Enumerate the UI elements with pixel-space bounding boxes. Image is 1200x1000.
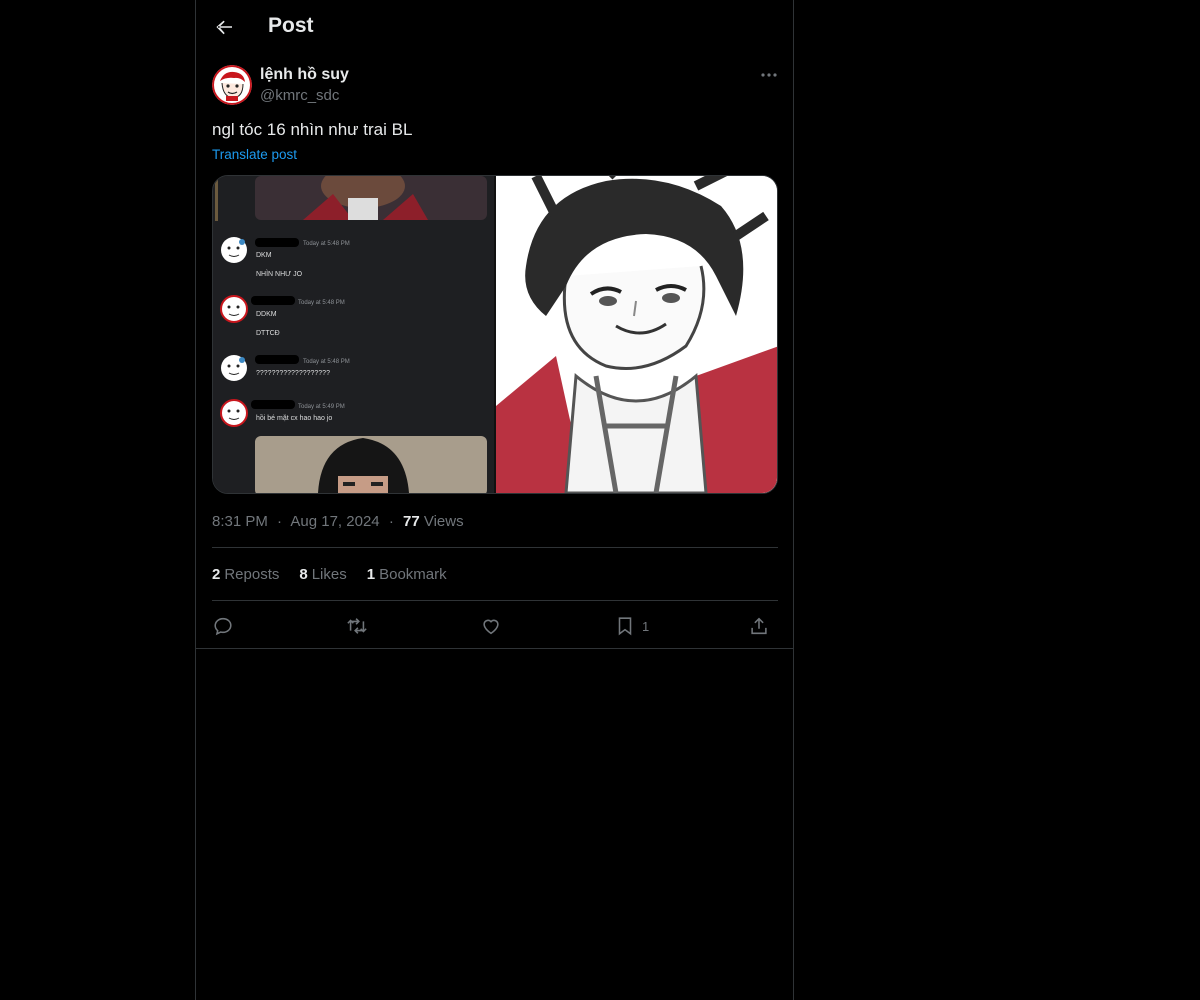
chat-line-1a: DKM: [256, 252, 272, 259]
bookmark-count: 1: [642, 618, 650, 634]
back-button[interactable]: [212, 15, 236, 39]
repost-icon: [347, 618, 367, 634]
post-date[interactable]: Aug 17, 2024: [290, 513, 379, 530]
post-column: Post lệnh hồ suy @kmrc_sdc ngl tóc 16 nh…: [195, 0, 794, 1000]
chat-time-3: Today at 5:48 PM: [303, 359, 350, 365]
reposts-count: 2: [212, 566, 221, 583]
avatar[interactable]: [212, 65, 252, 105]
chat-time-4: Today at 5:49 PM: [298, 404, 345, 410]
avatar-cartoon-face-icon: [212, 65, 252, 105]
bookmark-button[interactable]: 1: [614, 612, 649, 640]
chat-time-1: Today at 5:48 PM: [303, 241, 350, 247]
likes-label: Likes: [311, 566, 347, 583]
reply-icon: [214, 617, 232, 636]
page-title: Post: [268, 14, 314, 37]
share-button[interactable]: [748, 612, 770, 640]
bookmarks-stat[interactable]: 1 Bookmark: [367, 566, 447, 583]
bookmark-icon: [618, 617, 632, 636]
reposts-label: Reposts: [224, 566, 280, 583]
media-sketch-drawing[interactable]: [496, 176, 777, 493]
chat-line-1b: NHÌN NHƯ JO: [256, 269, 303, 278]
likes-count: 8: [299, 566, 308, 583]
user-handle[interactable]: @kmrc_sdc: [260, 87, 339, 104]
chat-line-3a: ???????????????????: [256, 370, 330, 377]
header: Post: [196, 0, 793, 54]
bookmarks-label: Bookmark: [379, 566, 447, 583]
divider: [196, 648, 793, 649]
chat-line-4a: hồi bé mặt cx hao hao jo: [256, 413, 332, 422]
chat-line-2b: DTTCĐ: [256, 330, 280, 337]
reposts-stat[interactable]: 2 Reposts: [212, 566, 279, 583]
media-chat-screenshot[interactable]: Today at 5:48 PM DKM NHÌN NHƯ JO Today a…: [213, 176, 494, 493]
post-text: ngl tóc 16 nhìn như trai BL: [212, 120, 413, 139]
divider: [212, 547, 778, 548]
meta-separator: ·: [388, 513, 394, 530]
display-name[interactable]: lệnh hồ suy: [260, 66, 349, 84]
meta-separator: ·: [277, 513, 283, 530]
views-count: 77: [402, 513, 420, 530]
more-options-button[interactable]: [758, 66, 780, 84]
likes-stat[interactable]: 8 Likes: [299, 566, 346, 583]
repost-button[interactable]: [345, 612, 369, 640]
arrow-left-icon: [216, 20, 232, 35]
bookmarks-count: 1: [366, 566, 376, 583]
engagement-stats: 2 Reposts 8 Likes 1 Bookmark: [212, 566, 447, 583]
post-meta: 8:31 PM · Aug 17, 2024 · 77 Views: [212, 513, 464, 530]
views-label: Views: [423, 513, 464, 530]
heart-icon: [483, 619, 499, 635]
sketch-drawing-image: [496, 176, 777, 493]
divider: [212, 600, 778, 601]
more-dots-icon: [761, 73, 777, 77]
like-button[interactable]: [480, 612, 502, 640]
chat-screenshot-image: Today at 5:48 PM DKM NHÌN NHƯ JO Today a…: [213, 176, 494, 493]
share-icon: [751, 617, 767, 635]
action-bar: 1: [212, 612, 778, 640]
reply-button[interactable]: [212, 612, 234, 640]
chat-line-2a: DDKM: [256, 311, 277, 318]
post-time[interactable]: 8:31 PM: [212, 513, 268, 530]
post-media[interactable]: Today at 5:48 PM DKM NHÌN NHƯ JO Today a…: [212, 175, 778, 494]
chat-time-2: Today at 5:48 PM: [298, 300, 345, 306]
translate-post-link[interactable]: Translate post: [212, 147, 297, 162]
